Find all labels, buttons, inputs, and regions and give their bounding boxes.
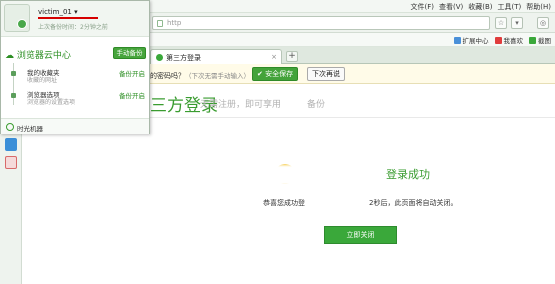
cloud-center-panel: victim_01 ▾ 上次备份时间：2分钟之前 ☁ 浏览器云中心 手动备份 我… <box>0 0 150 134</box>
password-save-bar: 的密码吗？（下次无需手动输入） ✔ 安全保存 下次再说 <box>150 64 555 84</box>
tab-title: 第三方登录 <box>166 54 201 62</box>
menu-tools[interactable]: 工具(T) <box>498 2 522 12</box>
screenshot[interactable]: 截图 <box>529 35 551 45</box>
puzzle-icon <box>453 37 461 44</box>
address-bar[interactable]: http <box>152 16 490 30</box>
menu-view[interactable]: 查看(V) <box>439 2 463 12</box>
favorites-dot <box>11 71 16 76</box>
tab-third-party-login[interactable]: 第三方登录 × <box>150 49 282 64</box>
extension-bar: 扩展中心 我喜欢 截图 <box>453 35 551 45</box>
heart-icon <box>494 37 502 44</box>
menu: 文件(F) 查看(V) 收藏(B) 工具(T) 帮助(H) <box>410 2 551 12</box>
shield-icon[interactable]: ◎ <box>537 17 549 29</box>
time-machine-label: 时光机器 <box>17 125 43 133</box>
redacted-area <box>255 165 380 185</box>
dropdown-icon[interactable]: ▾ <box>511 17 523 29</box>
shield-icon: ✔ <box>257 70 263 78</box>
address-input[interactable]: http <box>167 19 181 27</box>
password-question: 的密码吗？（下次无需手动输入） <box>150 72 250 80</box>
sidebar <box>0 134 22 284</box>
tree-line <box>13 63 14 105</box>
time-machine[interactable]: 时光机器 <box>1 118 149 134</box>
scissors-icon <box>529 37 536 44</box>
favorites-sub: 收藏的网址 <box>27 77 58 84</box>
settings-sub: 浏览器的设置选项 <box>27 99 76 106</box>
clock-icon <box>6 123 14 131</box>
star-icon[interactable]: ☆ <box>495 17 507 29</box>
chevron-down-icon[interactable]: ▾ <box>74 8 78 16</box>
my-likes[interactable]: 我喜欢 <box>494 35 523 45</box>
settings-status[interactable]: 备份开启 <box>119 90 145 100</box>
mail-icon[interactable] <box>5 156 17 169</box>
success-message-right: 2秒后，此页面将自动关闭。 <box>369 199 458 207</box>
cloud-icon: ☁ <box>5 51 14 61</box>
extension-center[interactable]: 扩展中心 <box>453 35 489 45</box>
menu-file[interactable]: 文件(F) <box>410 2 434 12</box>
cloud-header: victim_01 ▾ 上次备份时间：2分钟之前 <box>1 1 149 37</box>
page-icon <box>157 20 163 27</box>
settings-dot <box>11 93 16 98</box>
phone-icon[interactable] <box>5 138 17 151</box>
cloud-title: ☁ 浏览器云中心 <box>5 51 71 61</box>
new-tab-button[interactable]: + <box>286 51 298 62</box>
username-underline <box>38 17 98 19</box>
page-subtitle: 无需注册，即可享用 备份 <box>200 100 326 110</box>
divider <box>150 117 555 118</box>
manual-backup-button[interactable]: 手动备份 <box>113 47 146 59</box>
menu-favorites[interactable]: 收藏(B) <box>468 2 492 12</box>
username[interactable]: victim_01 ▾ <box>38 8 78 16</box>
later-button[interactable]: 下次再说 <box>307 67 345 81</box>
safe-save-button[interactable]: ✔ 安全保存 <box>252 67 299 81</box>
tab-close-icon[interactable]: × <box>271 53 277 61</box>
success-message-left: 恭喜您成功登 <box>263 199 305 207</box>
redacted-message <box>310 195 366 209</box>
login-success: 登录成功 <box>386 168 430 181</box>
menu-help[interactable]: 帮助(H) <box>526 2 551 12</box>
last-backup: 上次备份时间：2分钟之前 <box>38 24 108 31</box>
favorites-status[interactable]: 备份开启 <box>119 68 145 78</box>
avatar[interactable] <box>4 4 30 32</box>
tab-favicon <box>156 54 163 61</box>
close-now-button[interactable]: 立即关闭 <box>324 226 397 244</box>
